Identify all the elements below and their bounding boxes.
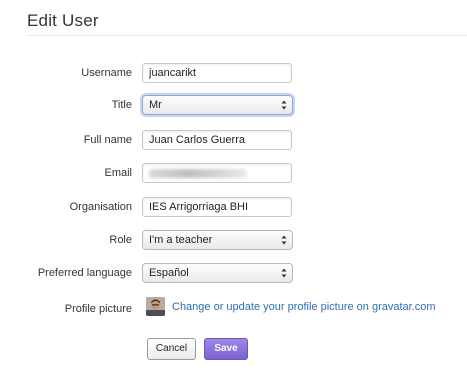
up-down-chevron-icon [281, 268, 287, 278]
page-title: Edit User [27, 11, 99, 30]
profile-picture-label: Profile picture [64, 303, 132, 315]
title-row: Title Mr [0, 95, 467, 117]
cancel-button[interactable]: Cancel [147, 338, 196, 360]
full-name-input[interactable]: Juan Carlos Guerra [142, 130, 292, 150]
email-input[interactable] [142, 163, 292, 183]
organisation-input[interactable]: IES Arrigorriaga BHI [142, 197, 292, 217]
username-label: Username [81, 67, 132, 79]
role-row: Role I'm a teacher [0, 230, 467, 252]
profile-picture-row: Profile picture Change or update your pr… [0, 297, 467, 321]
email-row: Email [0, 163, 467, 185]
user-avatar-icon [146, 297, 165, 316]
title-divider [27, 35, 467, 36]
up-down-chevron-icon [281, 100, 287, 110]
up-down-chevron-icon [281, 235, 287, 245]
email-label: Email [104, 167, 132, 179]
username-row: Username juancarikt [0, 63, 467, 85]
save-button[interactable]: Save [204, 338, 248, 360]
role-label: Role [109, 234, 132, 246]
role-select-value: I'm a teacher [149, 234, 213, 246]
username-input[interactable]: juancarikt [142, 63, 292, 83]
edit-user-page: Edit User Username juancarikt Title Mr F… [0, 0, 467, 377]
preferred-language-value: Español [149, 267, 189, 279]
full-name-label: Full name [83, 134, 132, 146]
title-select[interactable]: Mr [142, 95, 293, 115]
preferred-language-select[interactable]: Español [142, 263, 293, 283]
title-select-value: Mr [149, 99, 162, 111]
organisation-row: Organisation IES Arrigorriaga BHI [0, 197, 467, 219]
organisation-label: Organisation [69, 201, 132, 213]
preferred-language-row: Preferred language Español [0, 263, 467, 285]
gravatar-link[interactable]: Change or update your profile picture on… [172, 301, 436, 313]
full-name-row: Full name Juan Carlos Guerra [0, 130, 467, 152]
email-redaction-blur [149, 169, 247, 178]
role-select[interactable]: I'm a teacher [142, 230, 293, 250]
title-label: Title [111, 99, 132, 111]
avatar [146, 297, 165, 316]
preferred-language-label: Preferred language [37, 267, 132, 279]
